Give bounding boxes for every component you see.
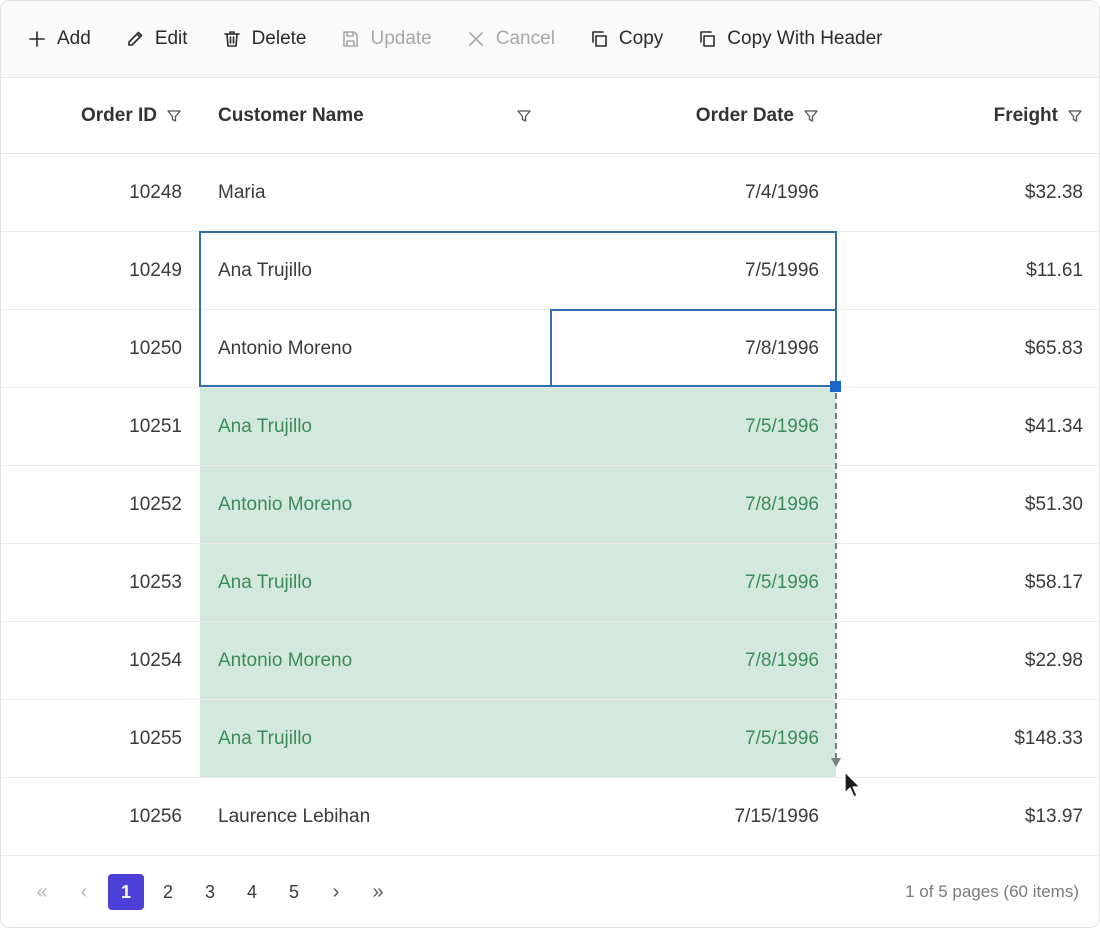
copy-icon [697, 29, 717, 49]
header-order-id-label: Order ID [80, 105, 157, 126]
last-page-button[interactable]: » [360, 874, 396, 910]
cell-order-date[interactable]: 7/15/1996 [551, 778, 819, 855]
cell-order-date[interactable]: 7/8/1996 [551, 466, 819, 543]
autofill-arrow-icon [831, 758, 841, 767]
cell-order-date[interactable]: 7/5/1996 [551, 544, 819, 621]
cell-order-id[interactable]: 10255 [1, 700, 182, 777]
cell-order-id[interactable]: 10251 [1, 388, 182, 465]
cell-order-date[interactable]: 7/8/1996 [551, 622, 819, 699]
filter-icon[interactable] [1067, 108, 1083, 124]
pager-info: 1 of 5 pages (60 items) [905, 882, 1079, 901]
cell-freight[interactable]: $51.30 [837, 466, 1083, 543]
filter-icon[interactable] [803, 108, 819, 124]
page-2-button[interactable]: 2 [150, 874, 186, 910]
cell-customer-name[interactable]: Ana Trujillo [218, 232, 538, 309]
copy-with-header-button[interactable]: Copy With Header [697, 19, 883, 59]
filter-icon[interactable] [516, 108, 532, 124]
table-row[interactable]: 10255 Ana Trujillo 7/5/1996 $148.33 [1, 700, 1099, 778]
cell-customer-name[interactable]: Ana Trujillo [218, 700, 538, 777]
edit-label: Edit [154, 28, 188, 49]
table-row[interactable]: 10256 Laurence Lebihan 7/15/1996 $13.97 [1, 778, 1099, 856]
autofill-drag-line [835, 393, 837, 759]
cell-freight[interactable]: $11.61 [837, 232, 1083, 309]
delete-button[interactable]: Delete [222, 19, 307, 59]
cell-customer-name[interactable]: Antonio Moreno [218, 466, 538, 543]
table-row[interactable]: 10249 Ana Trujillo 7/5/1996 $11.61 [1, 232, 1099, 310]
pencil-icon [125, 29, 145, 49]
copy-with-header-label: Copy With Header [727, 28, 883, 49]
cell-customer-name[interactable]: Laurence Lebihan [218, 778, 538, 855]
cell-freight[interactable]: $13.97 [837, 778, 1083, 855]
cell-order-id[interactable]: 10248 [1, 154, 182, 231]
cell-order-id[interactable]: 10249 [1, 232, 182, 309]
table-row[interactable]: 10251 Ana Trujillo 7/5/1996 $41.34 [1, 388, 1099, 466]
cell-order-id[interactable]: 10253 [1, 544, 182, 621]
add-button[interactable]: Add [27, 19, 91, 59]
header-freight-label: Freight [993, 105, 1058, 126]
grid-header: Order ID Customer Name Order Date Freigh… [1, 78, 1099, 154]
table-row[interactable]: 10253 Ana Trujillo 7/5/1996 $58.17 [1, 544, 1099, 622]
header-order-id[interactable]: Order ID [1, 78, 182, 154]
previous-page-button[interactable]: ‹ [66, 874, 102, 910]
cell-customer-name[interactable]: Antonio Moreno [218, 622, 538, 699]
next-page-button[interactable]: › [318, 874, 354, 910]
cell-freight[interactable]: $58.17 [837, 544, 1083, 621]
copy-label: Copy [618, 28, 664, 49]
cell-customer-name[interactable]: Antonio Moreno [218, 310, 538, 387]
trash-icon [222, 29, 242, 49]
table-row[interactable]: 10248 Maria 7/4/1996 $32.38 [1, 154, 1099, 232]
cell-freight[interactable]: $41.34 [837, 388, 1083, 465]
copy-button[interactable]: Copy [589, 19, 663, 59]
mouse-pointer-icon [844, 771, 861, 798]
cell-freight[interactable]: $65.83 [837, 310, 1083, 387]
cell-freight[interactable]: $22.98 [837, 622, 1083, 699]
cancel-label: Cancel [495, 28, 555, 49]
header-customer-name[interactable]: Customer Name [218, 78, 532, 154]
cancel-button[interactable]: Cancel [466, 19, 555, 59]
cell-customer-name[interactable]: Ana Trujillo [218, 388, 538, 465]
update-button[interactable]: Update [340, 19, 432, 59]
cell-order-id[interactable]: 10250 [1, 310, 182, 387]
update-label: Update [370, 28, 432, 49]
cell-customer-name[interactable]: Maria [218, 154, 538, 231]
cell-order-date[interactable]: 7/5/1996 [551, 232, 819, 309]
header-freight[interactable]: Freight [837, 78, 1083, 154]
edit-button[interactable]: Edit [125, 19, 188, 59]
save-icon [340, 29, 360, 49]
toolbar: Add Edit Delete Update Cancel Copy Copy … [1, 1, 1099, 78]
cell-order-date[interactable]: 7/5/1996 [551, 388, 819, 465]
table-row[interactable]: 10250 Antonio Moreno 7/8/1996 $65.83 [1, 310, 1099, 388]
copy-icon [589, 29, 609, 49]
header-order-date[interactable]: Order Date [551, 78, 819, 154]
delete-label: Delete [251, 28, 307, 49]
cell-order-date[interactable]: 7/5/1996 [551, 700, 819, 777]
close-icon [466, 29, 486, 49]
data-grid: Add Edit Delete Update Cancel Copy Copy … [0, 0, 1100, 928]
page-5-button[interactable]: 5 [276, 874, 312, 910]
autofill-handle[interactable] [830, 381, 841, 392]
header-customer-name-label: Customer Name [218, 105, 364, 126]
cell-order-id[interactable]: 10256 [1, 778, 182, 855]
page-1-button[interactable]: 1 [108, 874, 144, 910]
cell-order-id[interactable]: 10252 [1, 466, 182, 543]
add-label: Add [57, 28, 91, 49]
cell-customer-name[interactable]: Ana Trujillo [218, 544, 538, 621]
filter-icon[interactable] [166, 108, 182, 124]
page-4-button[interactable]: 4 [234, 874, 270, 910]
header-order-date-label: Order Date [695, 105, 794, 126]
table-row[interactable]: 10252 Antonio Moreno 7/8/1996 $51.30 [1, 466, 1099, 544]
table-row[interactable]: 10254 Antonio Moreno 7/8/1996 $22.98 [1, 622, 1099, 700]
cell-order-id[interactable]: 10254 [1, 622, 182, 699]
cell-freight[interactable]: $32.38 [837, 154, 1083, 231]
cell-order-date[interactable]: 7/8/1996 [551, 310, 819, 387]
first-page-button[interactable]: « [24, 874, 60, 910]
cell-order-date[interactable]: 7/4/1996 [551, 154, 819, 231]
pager: « ‹ 1 2 3 4 5 › » 1 of 5 pages (60 items… [1, 856, 1099, 927]
plus-icon [27, 29, 47, 49]
page-3-button[interactable]: 3 [192, 874, 228, 910]
cell-freight[interactable]: $148.33 [837, 700, 1083, 777]
